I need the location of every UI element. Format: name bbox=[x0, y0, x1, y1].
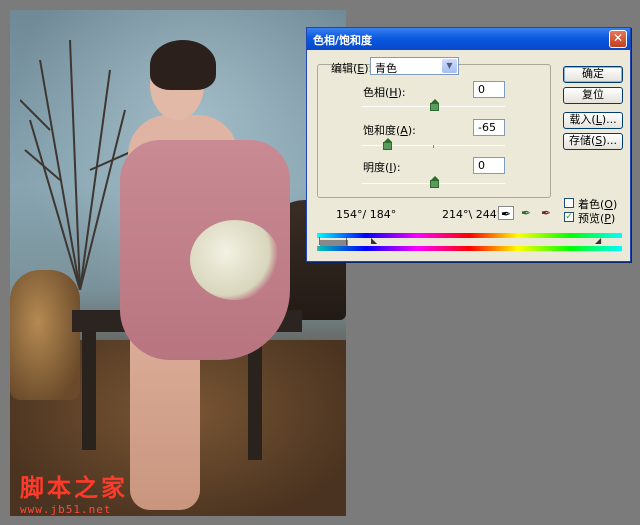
range-slider-falloff-left[interactable]: ◣ bbox=[371, 236, 377, 245]
range-left-readout: 154°/ 184° bbox=[336, 208, 397, 221]
close-icon: ✕ bbox=[612, 31, 624, 45]
load-button[interactable]: 载入(L)... bbox=[563, 112, 623, 129]
lightness-slider-thumb[interactable] bbox=[430, 176, 439, 188]
bench-leg bbox=[82, 330, 96, 450]
watermark-url: www.jb51.net bbox=[20, 503, 112, 516]
preview-label: 预览(P) bbox=[578, 212, 616, 225]
range-slider-left[interactable]: | bbox=[318, 236, 321, 245]
range-right-readout: 214°\ 244° bbox=[442, 208, 503, 221]
colorize-checkbox[interactable] bbox=[564, 198, 574, 208]
lightness-label: 明度(I): bbox=[363, 161, 401, 174]
saturation-label: 饱和度(A): bbox=[363, 124, 416, 137]
input-spectrum-bar bbox=[317, 233, 622, 238]
edit-channel-select[interactable]: 青色 ▼ bbox=[370, 57, 459, 75]
image-canvas[interactable] bbox=[10, 10, 346, 516]
saturation-slider-center-tick bbox=[433, 145, 434, 148]
saturation-input[interactable]: -65 bbox=[473, 119, 505, 136]
reset-button[interactable]: 复位 bbox=[563, 87, 623, 104]
edit-label: 编辑(E): bbox=[331, 62, 373, 75]
dialog-titlebar[interactable]: 色相/饱和度 ✕ bbox=[307, 28, 630, 50]
preview-checkbox[interactable]: ✓ bbox=[564, 212, 574, 222]
edit-channel-value: 青色 bbox=[375, 62, 397, 75]
chevron-down-icon[interactable]: ▼ bbox=[442, 59, 457, 73]
output-spectrum-bar bbox=[317, 246, 622, 251]
saturation-slider-thumb[interactable] bbox=[383, 138, 392, 150]
hue-label: 色相(H): bbox=[363, 86, 406, 99]
eyedropper-icon[interactable]: ✒ bbox=[498, 206, 514, 221]
close-button[interactable]: ✕ bbox=[609, 30, 627, 48]
hue-slider-thumb[interactable] bbox=[430, 99, 439, 111]
watermark: 脚本之家 www.jb51.net bbox=[20, 468, 128, 516]
watermark-logo-text: 脚本之家 bbox=[20, 473, 128, 502]
range-slider-inner-left[interactable]: | bbox=[345, 236, 348, 245]
hue-input[interactable]: 0 bbox=[473, 81, 505, 98]
dialog-title: 色相/饱和度 bbox=[313, 34, 373, 47]
model-hair bbox=[150, 40, 216, 90]
ok-button[interactable]: 确定 bbox=[563, 66, 623, 83]
save-button[interactable]: 存储(S)... bbox=[563, 133, 623, 150]
range-slider-falloff-right[interactable]: ◢ bbox=[595, 236, 601, 245]
flower-bouquet bbox=[190, 220, 280, 300]
eyedropper-add-icon[interactable]: ✒ bbox=[518, 206, 534, 220]
eyedropper-subtract-icon[interactable]: ✒ bbox=[538, 206, 554, 220]
hue-saturation-dialog: 色相/饱和度 ✕ 编辑(E): 青色 ▼ 色相(H): 0 饱和度(A): -6… bbox=[306, 27, 631, 262]
lightness-input[interactable]: 0 bbox=[473, 157, 505, 174]
